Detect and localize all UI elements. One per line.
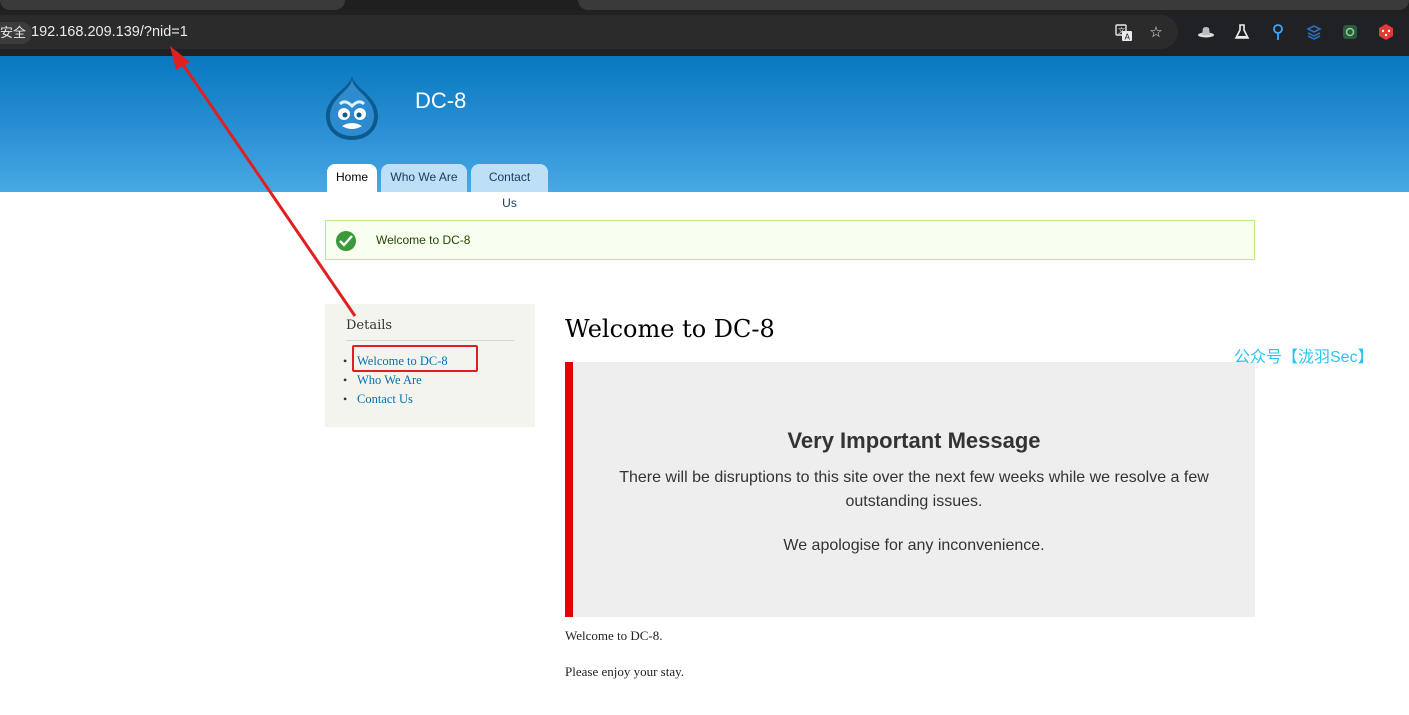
sidebar-link-contact-us[interactable]: Contact Us: [357, 392, 413, 406]
important-notice: Very Important Message There will be dis…: [565, 362, 1255, 617]
watermark-text: 公众号【泷羽Sec】: [1234, 349, 1374, 366]
sidebar-link-who-we-are[interactable]: Who We Are: [357, 373, 422, 387]
page-title: Welcome to DC-8: [565, 315, 775, 343]
body-paragraph: Please enjoy your stay.: [565, 664, 685, 679]
browser-tab[interactable]: [578, 0, 1409, 10]
pin-icon[interactable]: [1269, 23, 1287, 41]
browser-toolbar: 安全 192.168.209.139/?nid=1 A文 ☆: [0, 10, 1409, 56]
body-paragraph: Welcome to DC-8.: [565, 628, 663, 643]
status-message: Welcome to DC-8: [325, 220, 1255, 260]
url-text[interactable]: 192.168.209.139/?nid=1: [31, 23, 188, 41]
browser-tab[interactable]: [0, 0, 345, 10]
security-chip[interactable]: 安全: [0, 22, 33, 44]
extension-icon[interactable]: [1305, 23, 1323, 41]
site-name[interactable]: DC-8: [415, 88, 466, 114]
sidebar-divider: [346, 340, 514, 341]
sidebar-item-contact-us: Contact Us: [343, 390, 448, 409]
dice-icon[interactable]: [1377, 23, 1395, 41]
tab-contact-us[interactable]: Contact Us: [471, 164, 548, 210]
annotation-highlight-box: [352, 345, 478, 372]
notice-heading: Very Important Message: [787, 428, 1041, 453]
star-icon[interactable]: ☆: [1147, 24, 1165, 42]
translate-icon[interactable]: A文: [1115, 24, 1133, 42]
svg-text:A: A: [1125, 33, 1131, 42]
notice-apology: We apologise for any inconvenience.: [783, 537, 1045, 554]
address-bar[interactable]: 安全 192.168.209.139/?nid=1 A文 ☆: [0, 15, 1178, 49]
notice-text: There will be disruptions to this site o…: [619, 469, 1209, 510]
drupal-logo-icon[interactable]: [322, 74, 382, 142]
svg-text:文: 文: [1118, 26, 1125, 35]
sidebar-title: Details: [346, 318, 393, 333]
status-text: Welcome to DC-8: [376, 233, 471, 247]
hat-icon[interactable]: [1197, 23, 1215, 41]
screen-icon[interactable]: [1341, 23, 1359, 41]
flask-icon[interactable]: [1233, 23, 1251, 41]
sidebar-item-who-we-are: Who We Are: [343, 371, 448, 390]
tab-home[interactable]: Home: [327, 164, 377, 192]
check-icon: [336, 231, 356, 251]
site-header: DC-8 Home Who We Are Contact Us: [0, 56, 1409, 210]
tab-who-we-are[interactable]: Who We Are: [381, 164, 467, 192]
